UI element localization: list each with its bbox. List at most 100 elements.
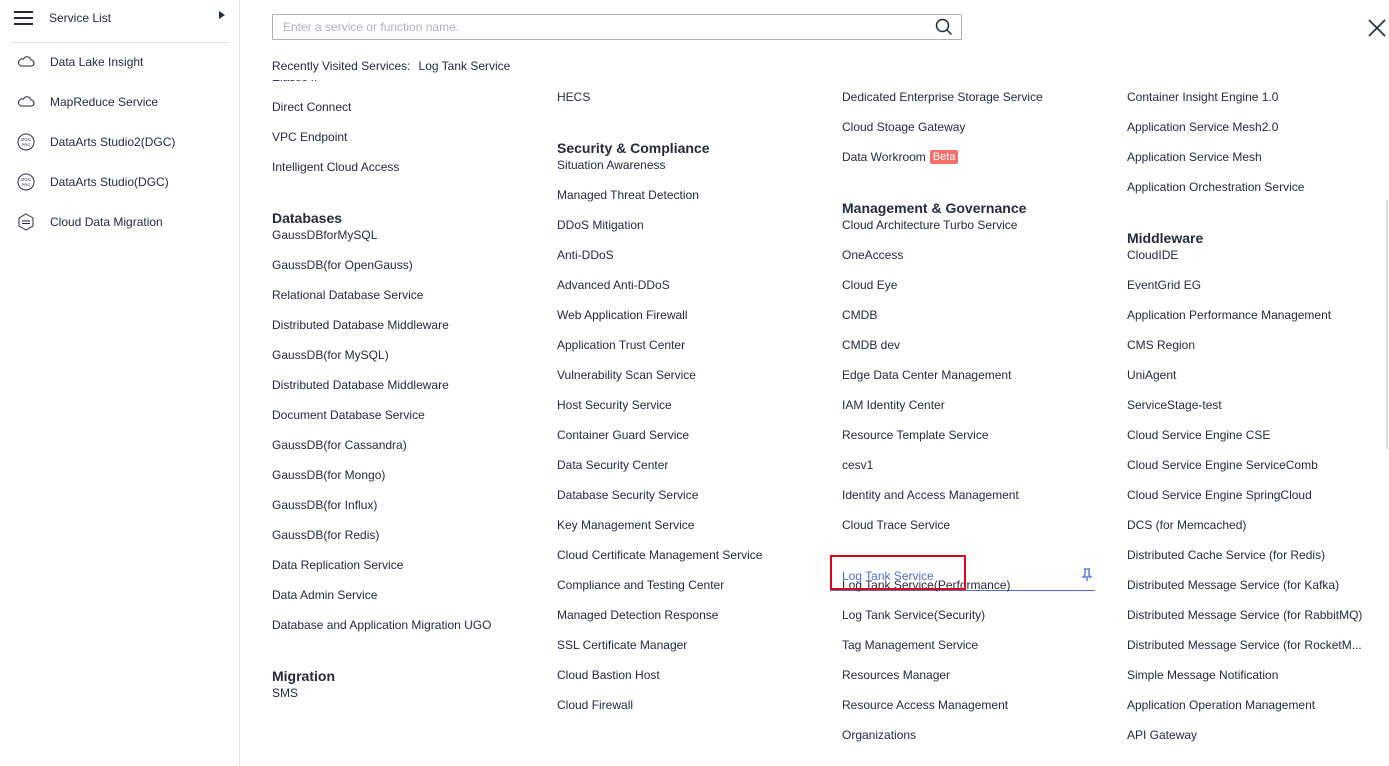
- service-link[interactable]: DDoS Mitigation: [557, 218, 644, 232]
- service-link[interactable]: Data Workroom Beta: [842, 150, 959, 164]
- service-link[interactable]: EventGrid EG: [1127, 278, 1201, 292]
- service-link[interactable]: Distributed Message Service (for RabbitM…: [1127, 608, 1362, 622]
- service-link[interactable]: CMS Region: [1127, 338, 1195, 352]
- service-link[interactable]: Organizations: [842, 728, 916, 742]
- service-link[interactable]: Application Service Mesh: [1127, 150, 1262, 164]
- service-link[interactable]: Anti-DDoS: [557, 248, 614, 262]
- service-link[interactable]: Cloud Service Engine CSE: [1127, 428, 1270, 442]
- service-link[interactable]: Distributed Message Service (for RocketM…: [1127, 638, 1362, 652]
- service-link[interactable]: OneAccess: [842, 248, 903, 262]
- sidebar-item[interactable]: Cloud Data Migration: [16, 212, 163, 232]
- service-link[interactable]: Cloud Bastion Host: [557, 668, 660, 682]
- service-link[interactable]: GaussDB(for MySQL): [272, 348, 389, 362]
- service-link[interactable]: Cloud Architecture Turbo Service: [842, 218, 1017, 232]
- search-input[interactable]: [273, 15, 943, 39]
- service-link[interactable]: GaussDB(for OpenGauss): [272, 258, 413, 272]
- service-link[interactable]: Distributed Message Service (for Kafka): [1127, 578, 1339, 592]
- service-link[interactable]: HECS: [557, 90, 590, 104]
- service-link[interactable]: Relational Database Service: [272, 288, 423, 302]
- service-link[interactable]: Log Tank Service(Security): [842, 608, 985, 622]
- service-link[interactable]: Vulnerability Scan Service: [557, 368, 696, 382]
- scrollbar[interactable]: [1386, 200, 1388, 450]
- service-link[interactable]: Resource Template Service: [842, 428, 989, 442]
- service-link[interactable]: GaussDB(for Influx): [272, 498, 377, 512]
- service-link[interactable]: Application Service Mesh2.0: [1127, 120, 1278, 134]
- highlighted-service[interactable]: Log Tank Service: [842, 569, 934, 583]
- caret-right-icon[interactable]: [219, 11, 225, 19]
- service-link[interactable]: Managed Threat Detection: [557, 188, 699, 202]
- service-link[interactable]: Data Security Center: [557, 458, 668, 472]
- service-link[interactable]: Tag Management Service: [842, 638, 978, 652]
- service-link[interactable]: Compliance and Testing Center: [557, 578, 724, 592]
- service-link[interactable]: Simple Message Notification: [1127, 668, 1278, 682]
- service-link[interactable]: Database and Application Migration UGO: [272, 618, 491, 632]
- service-link[interactable]: GaussDBforMySQL: [272, 228, 377, 242]
- service-link[interactable]: GaussDB(for Redis): [272, 528, 379, 542]
- service-link[interactable]: Elastic IP: [272, 80, 322, 84]
- sidebar-item[interactable]: DGC PRO DataArts Studio2(DGC): [16, 132, 175, 152]
- service-link[interactable]: GaussDB(for Mongo): [272, 468, 385, 482]
- service-link[interactable]: Cloud Stoage Gateway: [842, 120, 965, 134]
- service-link[interactable]: Resource Access Management: [842, 698, 1008, 712]
- search-box[interactable]: [272, 14, 962, 40]
- service-link[interactable]: GaussDB(for Cassandra): [272, 438, 407, 452]
- recent-service-link[interactable]: Log Tank Service: [419, 59, 511, 73]
- service-link[interactable]: Intelligent Cloud Access: [272, 160, 399, 174]
- service-label: Direct Connect: [272, 100, 352, 114]
- service-link[interactable]: Application Orchestration Service: [1127, 180, 1304, 194]
- service-link[interactable]: Database Security Service: [557, 488, 698, 502]
- sidebar-item[interactable]: DGC PRO DataArts Studio(DGC): [16, 172, 169, 192]
- service-link[interactable]: SMS: [272, 686, 298, 700]
- service-label: GaussDB(for Cassandra): [272, 438, 407, 452]
- service-link[interactable]: Web Application Firewall: [557, 308, 688, 322]
- service-link[interactable]: Edge Data Center Management: [842, 368, 1011, 382]
- sidebar-item[interactable]: MapReduce Service: [16, 92, 158, 112]
- service-link[interactable]: Cloud Trace Service: [842, 518, 950, 532]
- close-icon[interactable]: [1366, 17, 1388, 39]
- service-link[interactable]: Distributed Database Middleware: [272, 378, 449, 392]
- service-link[interactable]: CMDB dev: [842, 338, 900, 352]
- service-link[interactable]: Application Performance Management: [1127, 308, 1331, 322]
- service-link[interactable]: Document Database Service: [272, 408, 425, 422]
- search-icon[interactable]: [935, 18, 953, 36]
- menu-icon[interactable]: [14, 10, 33, 26]
- service-link[interactable]: Data Admin Service: [272, 588, 377, 602]
- service-link[interactable]: CMDB: [842, 308, 877, 322]
- service-link[interactable]: cesv1: [842, 458, 873, 472]
- service-link[interactable]: IAM Identity Center: [842, 398, 945, 412]
- service-link[interactable]: Direct Connect: [272, 100, 351, 114]
- service-link[interactable]: Managed Detection Response: [557, 608, 718, 622]
- pin-icon[interactable]: [1080, 568, 1094, 582]
- service-link[interactable]: ServiceStage-test: [1127, 398, 1222, 412]
- service-link[interactable]: VPC Endpoint: [272, 130, 347, 144]
- service-link[interactable]: Resources Manager: [842, 668, 950, 682]
- service-link[interactable]: Application Operation Management: [1127, 698, 1315, 712]
- service-link[interactable]: Cloud Service Engine SpringCloud: [1127, 488, 1312, 502]
- service-link[interactable]: UniAgent: [1127, 368, 1176, 382]
- service-link[interactable]: Container Insight Engine 1.0: [1127, 90, 1278, 104]
- service-link[interactable]: Identity and Access Management: [842, 488, 1019, 502]
- service-link[interactable]: Container Guard Service: [557, 428, 689, 442]
- service-link[interactable]: SSL Certificate Manager: [557, 638, 687, 652]
- service-link[interactable]: Cloud Eye: [842, 278, 897, 292]
- service-link[interactable]: Cloud Certificate Management Service: [557, 548, 762, 562]
- service-link[interactable]: Distributed Database Middleware: [272, 318, 449, 332]
- service-link[interactable]: Situation Awareness: [557, 158, 666, 172]
- service-link[interactable]: Advanced Anti-DDoS: [557, 278, 670, 292]
- service-label: Cloud Trace Service: [842, 518, 951, 532]
- service-link[interactable]: API Gateway: [1127, 728, 1197, 742]
- service-link[interactable]: CloudIDE: [1127, 248, 1178, 262]
- service-link[interactable]: Cloud Firewall: [557, 698, 633, 712]
- service-link[interactable]: Distributed Cache Service (for Redis): [1127, 548, 1325, 562]
- service-link[interactable]: Data Replication Service: [272, 558, 403, 572]
- sidebar-item[interactable]: Data Lake Insight: [16, 52, 143, 72]
- service-link[interactable]: Key Management Service: [557, 518, 694, 532]
- service-link[interactable]: Dedicated Enterprise Storage Service: [842, 90, 1043, 104]
- service-label: Data Replication Service: [272, 558, 404, 572]
- cloud-icon: [16, 92, 36, 112]
- service-link[interactable]: DCS (for Memcached): [1127, 518, 1246, 532]
- service-link[interactable]: Cloud Service Engine ServiceComb: [1127, 458, 1318, 472]
- sidebar-header[interactable]: Service List: [10, 0, 229, 43]
- service-link[interactable]: Application Trust Center: [557, 338, 685, 352]
- service-link[interactable]: Host Security Service: [557, 398, 672, 412]
